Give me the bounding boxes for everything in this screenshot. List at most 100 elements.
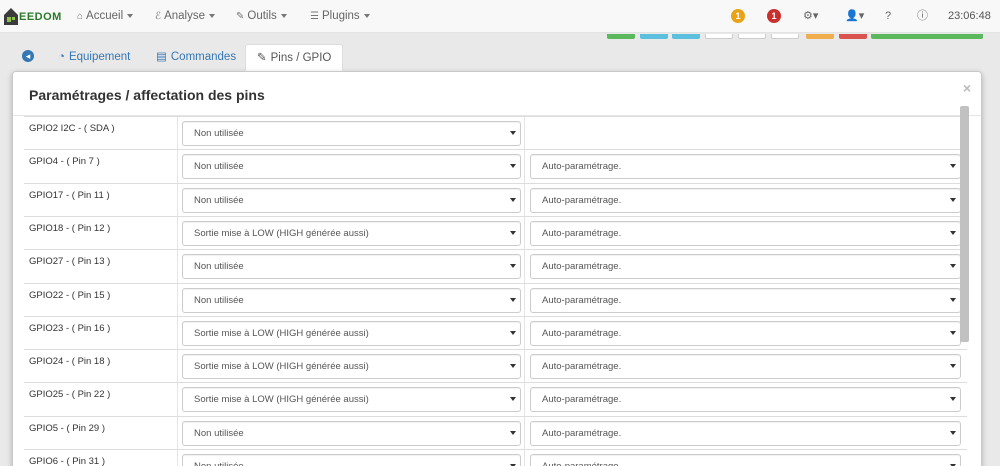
caret-down-icon: [950, 264, 956, 269]
nav-menu-label: Outils: [247, 10, 277, 22]
pin-mode-cell: Non utilisée: [178, 283, 525, 317]
caret-down-icon: [950, 330, 956, 335]
pin-mode-select[interactable]: Non utilisée: [182, 454, 521, 466]
tab-bar: ◂ ◔ Equipement ▤ Commandes ✎ Pins / GPIO: [0, 40, 1000, 71]
pin-param-select[interactable]: Auto-paramétrage.: [530, 387, 961, 413]
wrench-icon: ✎: [236, 11, 245, 22]
pin-row: GPIO24 - ( Pin 18 ) Sortie mise à LOW (HI…: [24, 349, 967, 384]
pin-mode-value: Sortie mise à LOW (HIGH générée aussi): [194, 327, 369, 339]
pin-mode-value: Non utilisée: [194, 294, 244, 306]
pin-param-select[interactable]: Auto-paramétrage.: [530, 354, 961, 380]
update-count-badge[interactable]: 1: [767, 9, 781, 23]
caret-down-icon: [950, 164, 956, 169]
nav-menu-label: Analyse: [164, 10, 205, 22]
pin-mode-select[interactable]: Sortie mise à LOW (HIGH générée aussi): [182, 220, 521, 246]
pin-mode-select[interactable]: Sortie mise à LOW (HIGH générée aussi): [182, 354, 521, 380]
pin-mode-select[interactable]: Non utilisée: [182, 187, 521, 213]
pin-param-select[interactable]: Auto-paramétrage.: [530, 154, 961, 180]
jeedom-logo[interactable]: EEDOM: [3, 4, 61, 29]
action-button-blue-1[interactable]: [640, 34, 668, 39]
nav-menu-analyse[interactable]: ℰ Analyse: [155, 0, 215, 33]
pin-mode-select[interactable]: Non utilisée: [182, 154, 521, 180]
caret-down-icon: [950, 197, 956, 202]
pin-param-value: Auto-paramétrage.: [542, 194, 622, 206]
close-icon[interactable]: ×: [963, 80, 971, 96]
tab-equipement[interactable]: ◔ Equipement: [58, 44, 130, 71]
pin-mode-cell: Sortie mise à LOW (HIGH générée aussi): [178, 216, 525, 250]
pin-param-value: Auto-paramétrage.: [542, 327, 622, 339]
pin-param-select[interactable]: Auto-paramétrage.: [530, 187, 961, 213]
caret-down-icon: [127, 13, 134, 18]
pin-param-select[interactable]: Auto-paramétrage.: [530, 287, 961, 313]
pin-param-cell: Auto-paramétrage.: [525, 350, 967, 383]
pin-mode-value: Non utilisée: [194, 128, 244, 139]
caret-down-icon: [208, 13, 215, 18]
pin-mode-select[interactable]: Non utilisée: [182, 254, 521, 280]
stethoscope-icon: ℰ: [155, 11, 162, 22]
brand-text: EEDOM: [19, 11, 62, 23]
caret-down-icon: [280, 13, 287, 18]
caret-down-icon: [510, 264, 516, 269]
message-count-badge[interactable]: 1: [731, 9, 745, 23]
pin-row: GPIO5 - ( Pin 29 ) Non utilisée Auto-param…: [24, 415, 967, 450]
pin-mode-select[interactable]: Sortie mise à LOW (HIGH générée aussi): [182, 320, 521, 346]
nav-menu-outils[interactable]: ✎ Outils: [236, 0, 287, 33]
pin-mode-value: Sortie mise à LOW (HIGH générée aussi): [194, 394, 369, 406]
pin-label: GPIO18 - ( Pin 12 ): [24, 216, 178, 250]
pin-param-cell: Auto-paramétrage.: [525, 150, 967, 183]
pin-mode-cell: Non utilisée: [178, 450, 525, 466]
action-button-default-2[interactable]: [738, 34, 766, 39]
pin-label: GPIO2 I2C - ( SDA ): [24, 117, 178, 150]
pin-mode-value: Non utilisée: [194, 461, 244, 466]
pin-param-select[interactable]: Auto-paramétrage.: [530, 320, 961, 346]
pin-param-value: Auto-paramétrage.: [542, 161, 622, 173]
pin-mode-select[interactable]: Non utilisée: [182, 420, 521, 446]
pin-row: GPIO6 - ( Pin 31 ) Non utilisée Auto-param…: [24, 449, 967, 466]
top-navbar: EEDOM ⌂ Accueil ℰ Analyse ✎ Outils ☰ Plugins…: [0, 0, 1000, 33]
action-button-orange[interactable]: [806, 34, 834, 39]
pin-param-select[interactable]: Auto-paramétrage.: [530, 454, 961, 466]
pin-mode-value: Sortie mise à LOW (HIGH générée aussi): [194, 361, 369, 373]
user-menu-icon[interactable]: 👤▾: [845, 0, 864, 33]
pin-label: GPIO5 - ( Pin 29 ): [24, 416, 178, 450]
action-button-default-1[interactable]: [705, 34, 733, 39]
tab-pins-gpio[interactable]: ✎ Pins / GPIO: [245, 44, 344, 71]
tab-label: Pins / GPIO: [270, 52, 332, 64]
info-icon[interactable]: ⓘ: [917, 0, 928, 33]
pin-row: GPIO27 - ( Pin 13 ) Non utilisée Auto-para…: [24, 249, 967, 284]
pin-mode-select[interactable]: Sortie mise à LOW (HIGH générée aussi): [182, 387, 521, 413]
help-icon[interactable]: ?: [885, 0, 891, 33]
modal-scrollbar[interactable]: [960, 106, 969, 342]
caret-down-icon: [950, 364, 956, 369]
pin-param-select[interactable]: Auto-paramétrage.: [530, 254, 961, 280]
wrench-icon: ✎: [257, 52, 267, 64]
caret-down-icon: [510, 230, 516, 235]
caret-down-icon: [950, 430, 956, 435]
pin-mode-select[interactable]: Non utilisée: [182, 121, 521, 146]
pin-param-value: Auto-paramétrage.: [542, 261, 622, 273]
action-button-default-3[interactable]: [771, 34, 799, 39]
nav-menu-accueil[interactable]: ⌂ Accueil: [77, 0, 134, 33]
nav-menu-plugins[interactable]: ☰ Plugins: [310, 0, 370, 33]
clock: 23:06:48: [948, 10, 991, 22]
pin-mode-select[interactable]: Non utilisée: [182, 287, 521, 313]
action-button-save[interactable]: [871, 34, 983, 39]
pin-param-cell: Auto-paramétrage.: [525, 317, 967, 350]
action-button-blue-2[interactable]: [672, 34, 700, 39]
action-button-red[interactable]: [839, 34, 867, 39]
caret-down-icon: [510, 197, 516, 202]
pin-param-select[interactable]: Auto-paramétrage.: [530, 420, 961, 446]
pin-param-select[interactable]: Auto-paramétrage.: [530, 220, 961, 246]
pin-mode-cell: Non utilisée: [178, 183, 525, 217]
pin-row: GPIO2 I2C - ( SDA ) Non utilisée: [24, 116, 967, 150]
tab-commandes[interactable]: ▤ Commandes: [156, 44, 236, 71]
pin-mode-cell: Non utilisée: [178, 250, 525, 284]
cogs-menu-icon[interactable]: ⚙▾: [803, 0, 818, 33]
action-button-green[interactable]: [607, 34, 635, 39]
caret-down-icon: [510, 164, 516, 169]
back-arrow-icon[interactable]: ◂: [22, 50, 34, 62]
pin-param-value: Auto-paramétrage.: [542, 227, 622, 239]
list-alt-icon: ▤: [156, 51, 167, 63]
caret-down-icon: [510, 131, 516, 135]
caret-down-icon: [950, 397, 956, 402]
